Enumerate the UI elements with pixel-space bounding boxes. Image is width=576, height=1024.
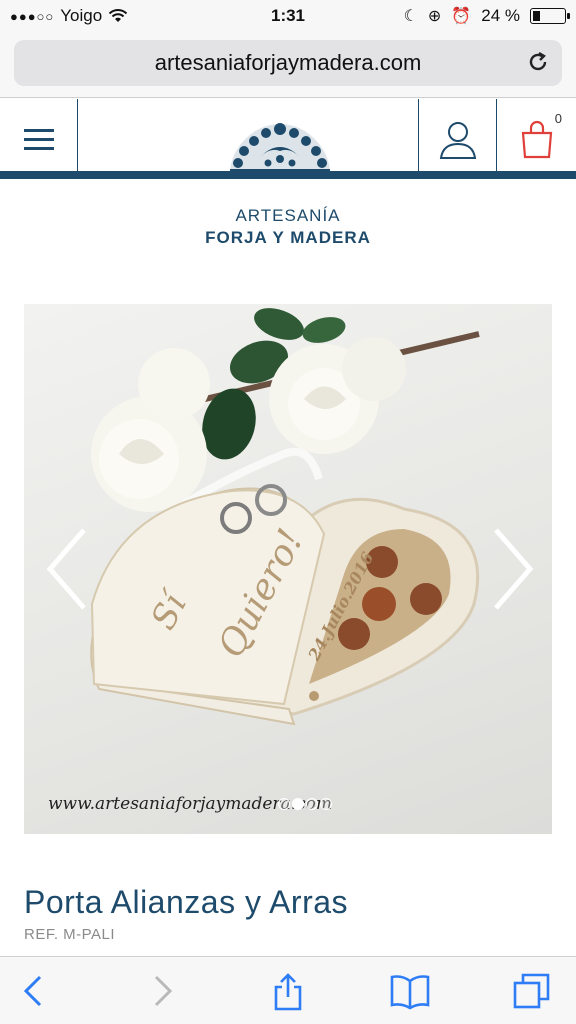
battery-fill	[533, 11, 540, 21]
brand-title: ARTESANÍA FORJA Y MADERA	[0, 206, 576, 248]
cart-button[interactable]: 0	[496, 99, 576, 179]
browser-chrome: artesaniaforjaymadera.com	[0, 34, 576, 98]
back-icon[interactable]	[14, 971, 54, 1011]
rose-right	[269, 337, 406, 454]
shopping-bag-icon	[521, 120, 552, 159]
previous-image-icon[interactable]	[42, 524, 92, 614]
share-icon[interactable]	[268, 971, 308, 1011]
reload-icon[interactable]	[526, 50, 550, 74]
bookmarks-icon[interactable]	[390, 971, 430, 1011]
forward-icon[interactable]	[142, 971, 182, 1011]
product-image-gallery[interactable]: Sí Quiero! 24.Julio.2016 www.artesaniafo…	[24, 304, 552, 834]
moon-icon: ☾	[403, 8, 418, 25]
site-header: 0	[0, 99, 576, 179]
hamburger-icon-line	[23, 137, 54, 141]
slide-dot[interactable]	[278, 798, 290, 810]
tabs-icon[interactable]	[512, 971, 552, 1011]
brand-line-1: ARTESANÍA	[235, 206, 341, 225]
slide-dot[interactable]	[320, 798, 332, 810]
browser-toolbar	[0, 956, 576, 1024]
account-button[interactable]	[418, 99, 496, 179]
menu-button[interactable]	[0, 99, 78, 179]
rotation-lock-icon: ⊕	[427, 8, 442, 25]
product-reference: REF. M-PALI	[24, 926, 116, 943]
address-bar[interactable]: artesaniaforjaymadera.com	[14, 40, 562, 86]
alarm-icon: ⏰	[451, 8, 472, 25]
brand-line-2: FORJA Y MADERA	[205, 228, 371, 247]
hamburger-icon	[23, 128, 54, 132]
slide-dot[interactable]	[306, 798, 318, 810]
cart-count-badge: 0	[554, 111, 562, 126]
status-bar: ●●●○○ Yoigo 1:31 ☾ ⊕ ⏰ 24 %	[0, 0, 576, 34]
url-text: artesaniaforjaymadera.com	[154, 50, 422, 75]
status-right: ☾ ⊕ ⏰ 24 %	[403, 6, 570, 26]
battery-icon	[530, 8, 570, 24]
next-image-icon[interactable]	[488, 524, 538, 614]
site-logo-icon[interactable]	[220, 117, 340, 175]
product-photo: Sí Quiero! 24.Julio.2016	[90, 308, 480, 726]
battery-percent: 24 %	[481, 6, 520, 25]
rose-left	[91, 348, 210, 512]
slide-dots	[278, 798, 332, 810]
hamburger-icon-line	[23, 146, 54, 150]
product-title: Porta Alianzas y Arras	[24, 884, 349, 920]
user-icon	[439, 122, 476, 159]
slide-dot[interactable]	[292, 798, 304, 810]
